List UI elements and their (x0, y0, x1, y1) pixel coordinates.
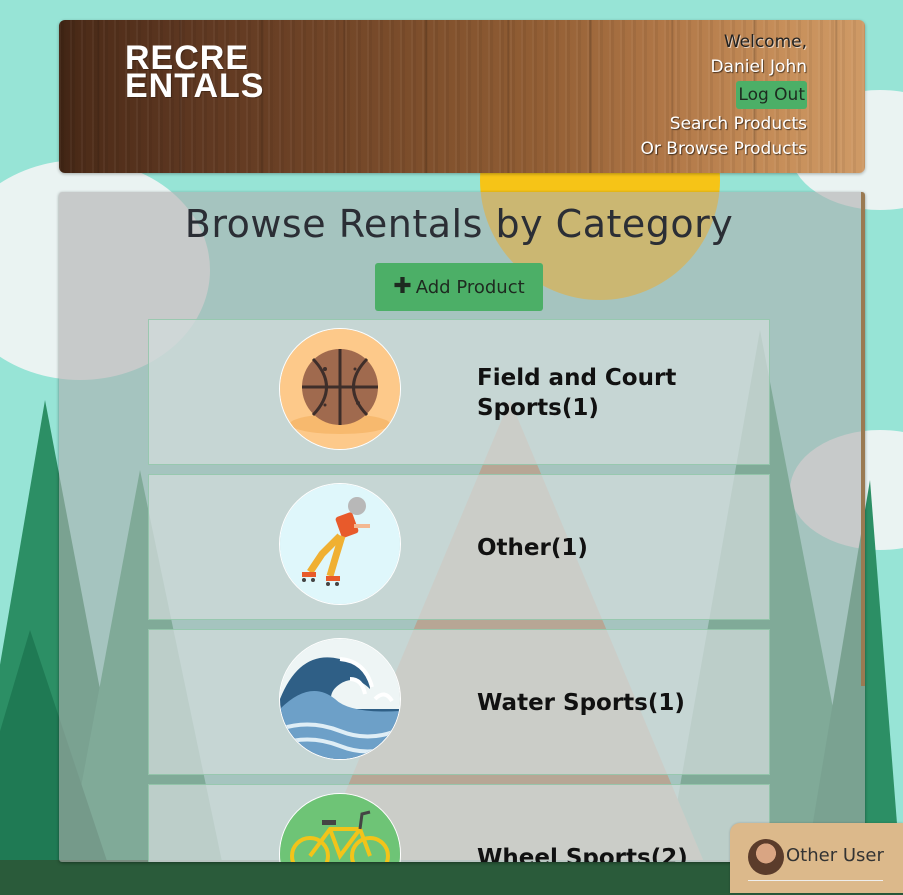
search-products-link[interactable]: Search Products (641, 112, 807, 137)
basketball-icon (279, 328, 401, 450)
user-menu: Welcome, Daniel John Log Out Search Prod… (641, 30, 807, 162)
category-label: Field and Court Sports(1) (477, 365, 677, 421)
category-label: Other(1) (477, 535, 588, 561)
welcome-text: Welcome, (723, 32, 807, 52)
bicycle-icon (279, 793, 401, 862)
browse-products-link[interactable]: Or Browse Products (641, 137, 807, 162)
category-card-wheel[interactable]: Wheel Sports(2) (148, 784, 770, 862)
username-text: Daniel John (710, 57, 807, 77)
chat-user-name: Other User (786, 845, 884, 866)
add-product-label: Add Product (415, 277, 525, 298)
chat-widget[interactable]: Other User (730, 823, 903, 893)
category-card-water[interactable]: Water Sports(1) (148, 629, 770, 775)
site-logo[interactable]: RECRE ENTALS (125, 41, 265, 105)
plus-icon: ✚ (393, 274, 412, 299)
category-card-other[interactable]: Other(1) (148, 474, 770, 620)
category-label: Water Sports(1) (477, 690, 685, 716)
rollerskater-icon (279, 483, 401, 605)
category-card-field-court[interactable]: Field and Court Sports(1) (148, 319, 770, 465)
site-header: RECRE ENTALS Welcome, Daniel John Log Ou… (59, 20, 865, 173)
scrollbar[interactable] (861, 192, 865, 686)
divider (748, 880, 883, 881)
page-title: Browse Rentals by Category (184, 202, 734, 246)
logout-button[interactable]: Log Out (736, 81, 807, 109)
category-label: Wheel Sports(2) (477, 845, 688, 862)
avatar (748, 839, 784, 875)
add-product-button[interactable]: ✚ Add Product (375, 263, 543, 311)
category-panel: Browse Rentals by Category ✚ Add Product … (59, 192, 865, 862)
logo-line-2: ENTALS (125, 67, 265, 105)
wave-icon (279, 638, 401, 760)
